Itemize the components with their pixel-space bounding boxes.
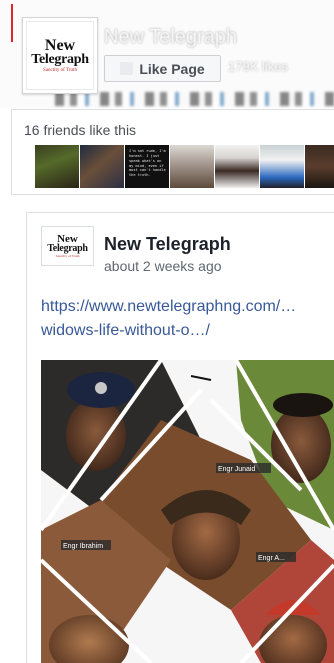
post-link[interactable]: https://www.newtelegraphng.com/… widows-… bbox=[41, 295, 331, 343]
friend-avatar-quote: I'm not rude, I'm honest. I just speak w… bbox=[129, 149, 166, 178]
post-author-avatar[interactable]: New Telegraph Sanctity of Truth bbox=[41, 226, 94, 266]
image-caption: Engr A... bbox=[258, 555, 285, 562]
friend-avatar[interactable] bbox=[80, 145, 124, 188]
avatar-logo-tagline: Sanctity of Truth bbox=[55, 254, 80, 259]
friends-like-text: 16 friends like this bbox=[24, 122, 137, 138]
friend-avatar[interactable] bbox=[305, 145, 334, 188]
likes-count: 179K likes bbox=[228, 59, 288, 74]
logo-tagline: Sanctity of Truth bbox=[43, 68, 77, 74]
friends-avatar-list: I'm not rude, I'm honest. I just speak w… bbox=[35, 145, 334, 188]
like-page-label: Like Page bbox=[139, 60, 205, 77]
friend-avatar[interactable] bbox=[215, 145, 259, 188]
page-profile-picture[interactable]: New Telegraph Sanctity of Truth bbox=[22, 17, 98, 94]
accent-bar bbox=[11, 4, 13, 42]
collage-image: Engr Ibrahim Engr Junaid Engr A... bbox=[41, 360, 334, 663]
image-caption: Engr Ibrahim bbox=[63, 543, 103, 550]
facebook-icon bbox=[120, 62, 134, 75]
post-link-line2[interactable]: widows-life-without-o…/ bbox=[41, 319, 331, 343]
avatar-logo-line2: Telegraph bbox=[47, 242, 88, 254]
post-link-line1[interactable]: https://www.newtelegraphng.com/… bbox=[41, 295, 331, 319]
cover-photo-strip bbox=[55, 92, 334, 106]
like-page-button[interactable]: Like Page bbox=[104, 55, 221, 82]
post-timestamp[interactable]: about 2 weeks ago bbox=[104, 258, 222, 274]
friend-avatar[interactable] bbox=[260, 145, 304, 188]
logo-text-line1: New bbox=[44, 36, 76, 54]
friend-avatar[interactable] bbox=[35, 145, 79, 188]
logo-text-line2: Telegraph bbox=[31, 51, 89, 67]
post-author-name[interactable]: New Telegraph bbox=[104, 234, 231, 255]
page-logo: New Telegraph Sanctity of Truth bbox=[26, 21, 94, 90]
page-name-link[interactable]: New Telegraph bbox=[104, 26, 237, 49]
image-caption: Engr Junaid bbox=[218, 466, 255, 473]
post-image[interactable]: Engr Ibrahim Engr Junaid Engr A... bbox=[41, 360, 334, 663]
friend-avatar[interactable]: I'm not rude, I'm honest. I just speak w… bbox=[125, 145, 169, 188]
friend-avatar[interactable] bbox=[170, 145, 214, 188]
